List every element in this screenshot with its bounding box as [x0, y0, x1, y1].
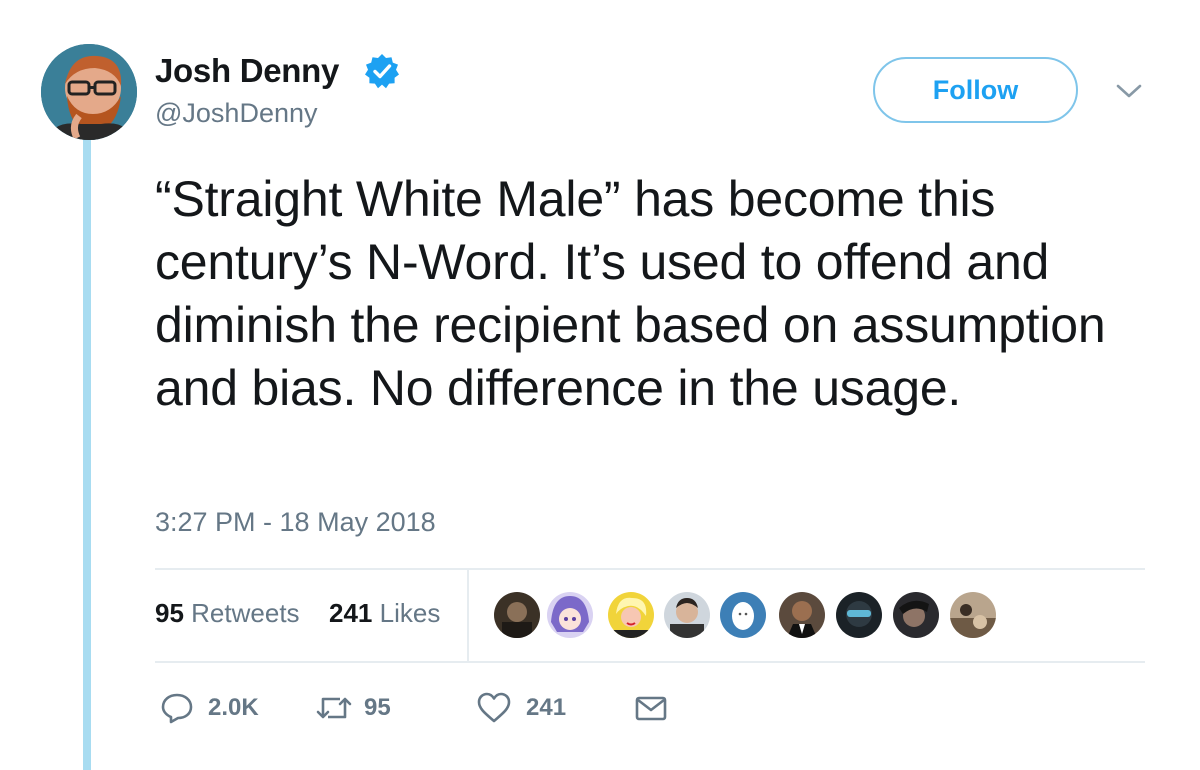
liker-avatar[interactable] [494, 592, 540, 638]
liker-avatar[interactable] [950, 592, 996, 638]
reply-action[interactable]: 2.0K [160, 688, 259, 728]
likes-label: Likes [379, 598, 441, 628]
liker-avatar[interactable] [893, 592, 939, 638]
heart-icon [477, 692, 511, 723]
reply-count: 2.0K [208, 694, 259, 721]
divider-bottom [155, 661, 1145, 663]
author-avatar[interactable] [41, 44, 137, 140]
retweets-label: Retweets [191, 598, 300, 628]
tweet-text: “Straight White Male” has become this ce… [155, 171, 1106, 416]
liker-avatar[interactable] [547, 592, 593, 638]
thread-line [83, 140, 91, 770]
liker-avatar[interactable] [720, 592, 766, 638]
likes-count: 241 [329, 598, 373, 628]
retweets-count: 95 [155, 598, 184, 628]
chevron-down-icon[interactable] [1114, 80, 1144, 102]
follow-button[interactable]: Follow [873, 57, 1078, 123]
message-action[interactable] [634, 688, 668, 728]
likes-stat[interactable]: 241 Likes [329, 598, 440, 629]
liker-avatar[interactable] [779, 592, 825, 638]
liker-avatar[interactable] [608, 592, 654, 638]
tweet-timestamp[interactable]: 3:27 PM - 18 May 2018 [155, 507, 436, 538]
retweet-icon [316, 697, 352, 719]
like-count: 241 [526, 694, 567, 721]
liker-avatar[interactable] [664, 592, 710, 638]
divider-top [155, 568, 1145, 570]
retweet-action[interactable]: 95 [314, 688, 391, 728]
retweet-count: 95 [364, 694, 391, 721]
like-action[interactable]: 241 [476, 688, 566, 728]
divider-vertical [467, 570, 469, 662]
reply-icon [161, 693, 193, 724]
author-handle[interactable]: @JoshDenny [155, 98, 318, 129]
author-display-name[interactable]: Josh Denny [155, 52, 339, 90]
retweets-stat[interactable]: 95 Retweets [155, 598, 300, 629]
liker-avatar[interactable] [836, 592, 882, 638]
envelope-icon [635, 696, 667, 721]
verified-badge-icon [365, 54, 399, 89]
